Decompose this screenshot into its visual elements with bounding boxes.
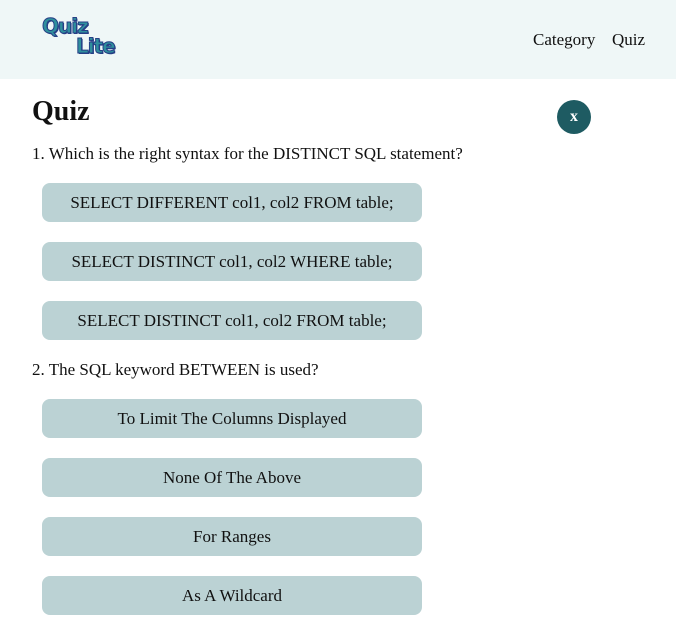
question-2-option-4[interactable]: As A Wildcard [42,576,422,615]
nav-link-category[interactable]: Category [533,30,595,50]
question-1-text: 1. Which is the right syntax for the DIS… [32,144,463,163]
question-1-option-2[interactable]: SELECT DISTINCT col1, col2 WHERE table; [42,242,422,281]
question-2-option-1[interactable]: To Limit The Columns Displayed [42,399,422,438]
nav-link-quiz[interactable]: Quiz [612,30,645,50]
question-2-text: 2. The SQL keyword BETWEEN is used? [32,360,319,379]
logo-text-lite: Lite [76,34,117,58]
question-2-option-3[interactable]: For Ranges [42,517,422,556]
question-1-option-3[interactable]: SELECT DISTINCT col1, col2 FROM table; [42,301,422,340]
quiz-lite-logo[interactable]: Quiz Lite [42,14,128,58]
page-title: Quiz [32,96,90,127]
header: Quiz Lite Category Quiz [0,0,676,79]
question-2-option-2[interactable]: None Of The Above [42,458,422,497]
logo-text-quiz: Quiz [42,14,90,38]
question-1-option-1[interactable]: SELECT DIFFERENT col1, col2 FROM table; [42,183,422,222]
close-button[interactable]: x [557,100,591,134]
